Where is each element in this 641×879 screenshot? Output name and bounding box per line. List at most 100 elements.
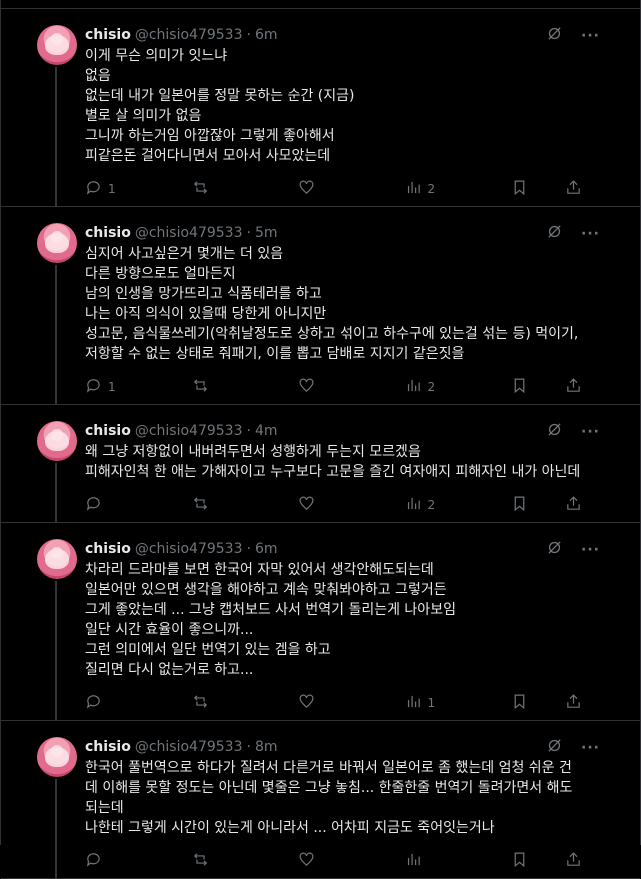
views-button[interactable]: 2 <box>405 179 441 199</box>
tweet-text-line: 일본어만 있으면 생각을 해야하고 계속 맞춰봐야하고 그렇거든 <box>85 582 447 598</box>
share-button[interactable] <box>565 851 601 871</box>
grok-icon[interactable] <box>546 539 563 560</box>
action-bar: 1 2 <box>85 172 601 206</box>
tweet[interactable]: ··· chisio @chisio479533 · 5m 심지어 사고싶은거 … <box>1 207 640 405</box>
separator-dot: · <box>246 739 251 755</box>
tweet-text-line: 심지어 사고싶은거 몇개는 더 있음 <box>85 246 284 262</box>
username-handle[interactable]: @chisio479533 <box>135 27 243 43</box>
username-handle[interactable]: @chisio479533 <box>135 423 243 439</box>
thread-line <box>55 265 57 405</box>
avatar[interactable] <box>37 539 77 579</box>
tweet-text: 한국어 풀번역으로 하다가 질려서 다른거로 바꿔서 일본어로 좀 했는데 엄청… <box>85 758 624 838</box>
views-button[interactable]: 1 <box>405 693 441 713</box>
views-button[interactable]: 2 <box>405 377 441 397</box>
timestamp[interactable]: 6m <box>255 27 278 43</box>
separator-dot: · <box>246 27 251 43</box>
bookmark-icon <box>511 179 528 199</box>
username-handle[interactable]: @chisio479533 <box>135 225 243 241</box>
tweet[interactable]: ··· chisio @chisio479533 · 4m 왜 그냥 저항없이 … <box>1 405 640 523</box>
share-icon <box>565 495 582 515</box>
grok-icon[interactable] <box>546 737 563 758</box>
reply-icon <box>85 851 102 871</box>
bookmark-button[interactable] <box>511 693 547 713</box>
avatar[interactable] <box>37 223 77 263</box>
tweet-text-line: 그런 의미에서 일단 번역기 있는 겜을 하고 <box>85 642 331 658</box>
tweet-text-line: 다른 방향으로도 얼마든지 <box>85 266 236 282</box>
display-name[interactable]: chisio <box>85 225 131 241</box>
tweet[interactable]: ··· chisio @chisio479533 · 6m 차라리 드라마를 보… <box>1 523 640 721</box>
views-count: 2 <box>427 498 436 512</box>
repost-button[interactable] <box>192 693 228 713</box>
tweet-text-line: 나한테 그렇게 시간이 있는게 아니라서 ... 어차피 지금도 죽어잇는거나 <box>85 820 495 836</box>
action-bar: 2 <box>85 488 601 522</box>
timestamp[interactable]: 4m <box>255 423 278 439</box>
display-name[interactable]: chisio <box>85 541 131 557</box>
like-button[interactable] <box>298 693 334 713</box>
views-count: 1 <box>427 696 436 710</box>
display-name[interactable]: chisio <box>85 739 131 755</box>
views-button[interactable]: 2 <box>405 495 441 515</box>
repost-button[interactable] <box>192 377 228 397</box>
like-button[interactable] <box>298 851 334 871</box>
repost-icon <box>192 179 209 199</box>
reply-button[interactable]: 1 <box>85 179 121 199</box>
views-icon <box>405 851 422 871</box>
reply-button[interactable] <box>85 851 121 871</box>
bookmark-button[interactable] <box>511 377 547 397</box>
tweet-text: 왜 그냥 저항없이 내버려두면서 성행하게 두는지 모르겠음 피해자인척 한 애는… <box>85 442 624 482</box>
reply-button[interactable] <box>85 693 121 713</box>
more-icon[interactable]: ··· <box>581 226 600 242</box>
more-icon[interactable]: ··· <box>581 28 600 44</box>
like-button[interactable] <box>298 377 334 397</box>
share-button[interactable] <box>565 693 601 713</box>
bookmark-icon <box>511 377 528 397</box>
display-name[interactable]: chisio <box>85 27 131 43</box>
bookmark-button[interactable] <box>511 495 547 515</box>
tweet[interactable]: ··· chisio @chisio479533 · 8m 한국어 풀번역으로 … <box>1 721 640 879</box>
thread-line <box>55 779 57 879</box>
grok-icon[interactable] <box>546 421 563 442</box>
share-button[interactable] <box>565 179 601 199</box>
grok-icon[interactable] <box>546 223 563 244</box>
repost-button[interactable] <box>192 851 228 871</box>
username-handle[interactable]: @chisio479533 <box>135 739 243 755</box>
reply-button[interactable]: 1 <box>85 377 121 397</box>
tweet-text-line: 피해자인척 한 애는 가해자이고 누구보다 고문을 즐긴 여자애지 피해자인 내… <box>85 464 581 480</box>
repost-button[interactable] <box>192 179 228 199</box>
heart-icon <box>298 693 315 713</box>
tweet-header-icons: ··· <box>546 539 600 560</box>
views-count: 2 <box>427 380 436 394</box>
avatar[interactable] <box>37 421 77 461</box>
tweet-text-line: 차라리 드라마를 보면 한국어 자막 있어서 생각안해도되는데 <box>85 562 434 578</box>
bookmark-button[interactable] <box>511 179 547 199</box>
more-icon[interactable]: ··· <box>581 740 600 756</box>
views-icon <box>405 693 422 713</box>
timestamp[interactable]: 6m <box>255 541 278 557</box>
more-icon[interactable]: ··· <box>581 424 600 440</box>
avatar[interactable] <box>37 737 77 777</box>
bookmark-button[interactable] <box>511 851 547 871</box>
repost-button[interactable] <box>192 495 228 515</box>
heart-icon <box>298 377 315 397</box>
timestamp[interactable]: 8m <box>255 739 278 755</box>
tweet-header-icons: ··· <box>546 421 600 442</box>
tweet-text-line: 그게 좋았는데 ... 그냥 캡처보드 사서 번역기 돌리는게 나아보임 <box>85 602 456 618</box>
like-button[interactable] <box>298 495 334 515</box>
reply-icon <box>85 693 102 713</box>
views-button[interactable] <box>405 851 441 871</box>
heart-icon <box>298 495 315 515</box>
username-handle[interactable]: @chisio479533 <box>135 541 243 557</box>
more-icon[interactable]: ··· <box>581 542 600 558</box>
action-bar-right <box>511 495 601 515</box>
timestamp[interactable]: 5m <box>255 225 278 241</box>
share-button[interactable] <box>565 377 601 397</box>
avatar[interactable] <box>37 25 77 65</box>
share-icon <box>565 377 582 397</box>
tweet-header-icons: ··· <box>546 737 600 758</box>
reply-button[interactable] <box>85 495 121 515</box>
share-button[interactable] <box>565 495 601 515</box>
like-button[interactable] <box>298 179 334 199</box>
display-name[interactable]: chisio <box>85 423 131 439</box>
grok-icon[interactable] <box>546 25 563 46</box>
tweet[interactable]: ··· chisio @chisio479533 · 6m 이게 무슨 의미가 … <box>1 9 640 207</box>
